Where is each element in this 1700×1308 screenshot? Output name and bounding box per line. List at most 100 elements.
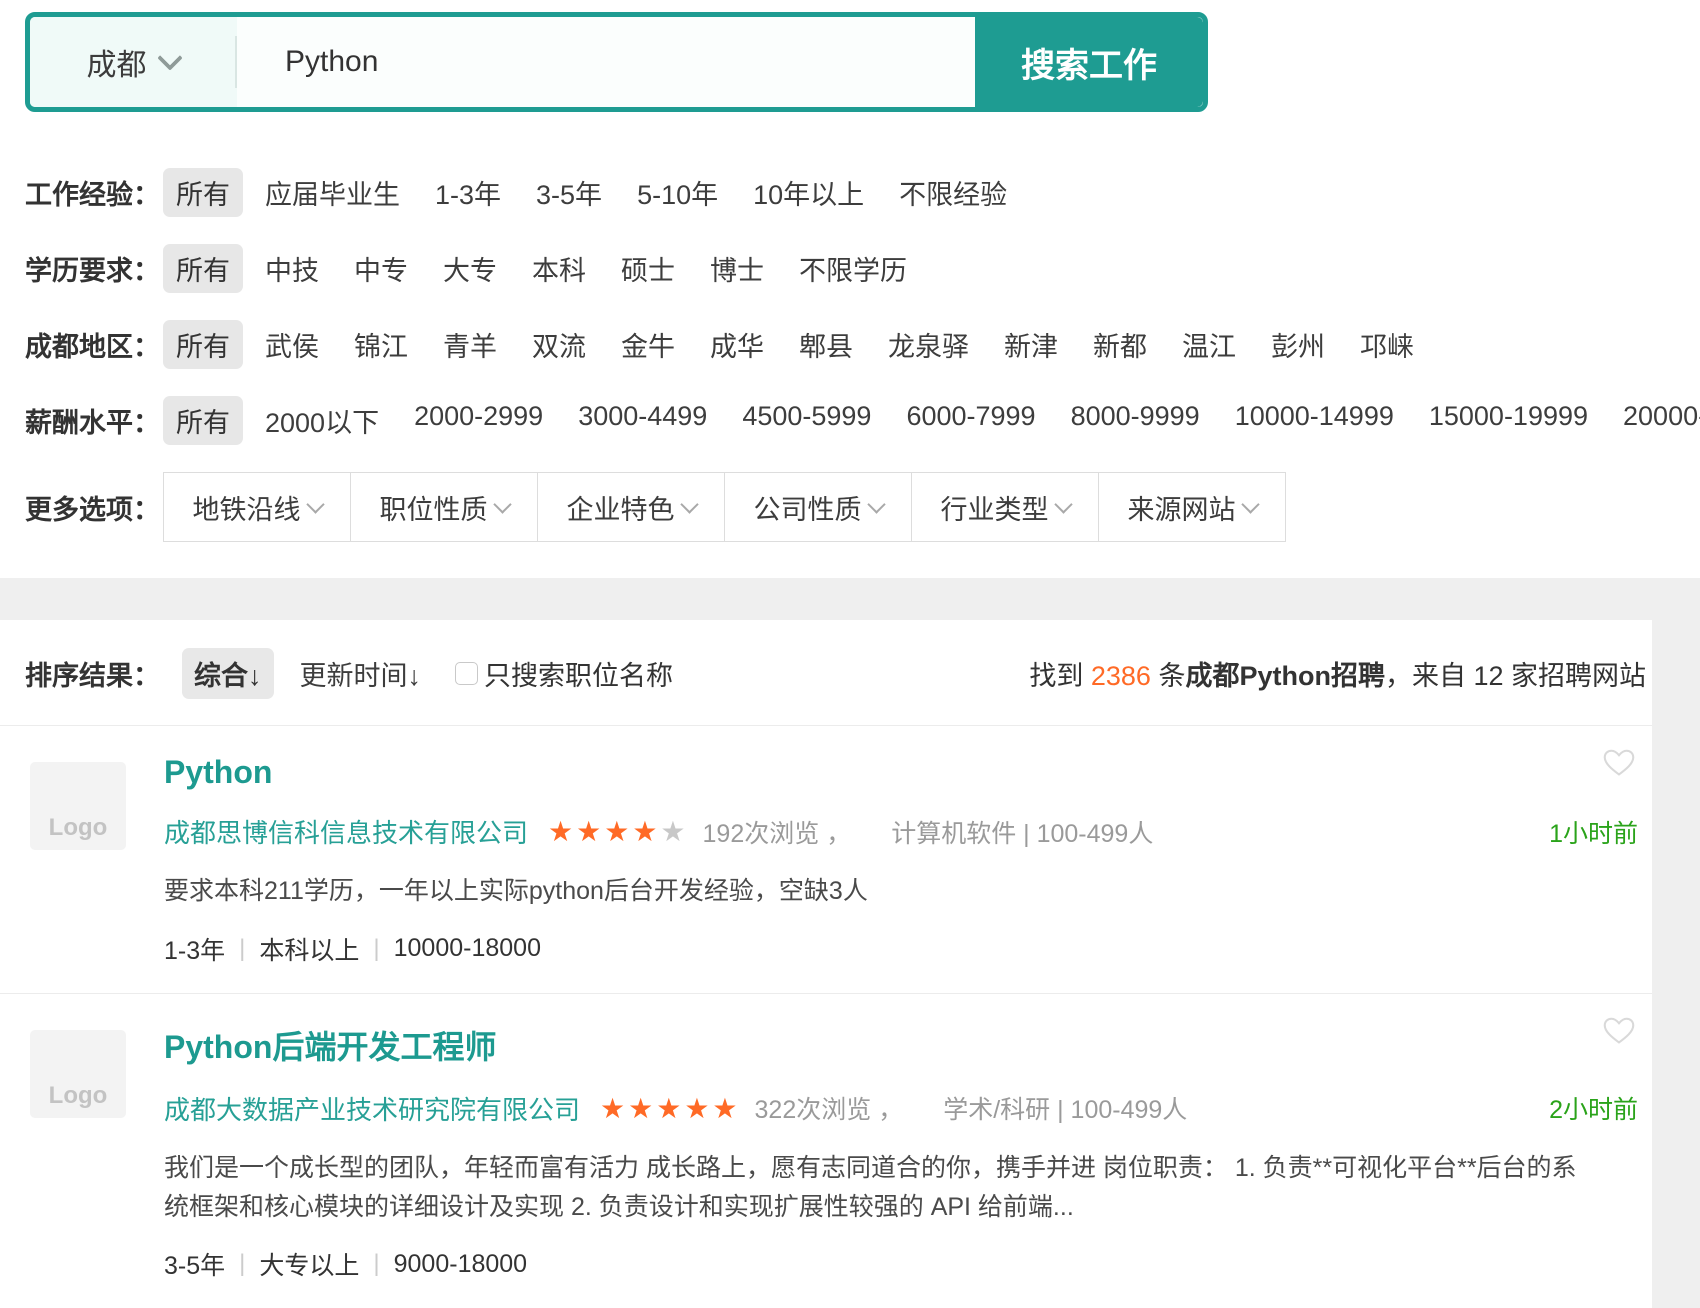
search-input[interactable] xyxy=(237,17,975,107)
logo-text: Logo xyxy=(49,814,108,850)
filter-option[interactable]: 彭州 xyxy=(1271,325,1325,364)
rating-stars: ★★★★★ xyxy=(600,1092,741,1125)
filter-option[interactable]: 青羊 xyxy=(443,325,497,364)
filter-options: 中技中专大专本科硕士博士不限学历 xyxy=(265,249,907,288)
filter-option[interactable]: 本科 xyxy=(532,249,586,288)
filter-option[interactable]: 新津 xyxy=(1004,325,1058,364)
filter-row-experience: 工作经验： 所有 应届毕业生 1-3年 3-5年 5-10年 10年以上不限经验 xyxy=(25,168,1700,217)
filter-option[interactable]: 不限学历 xyxy=(799,249,907,288)
job-card: Logo Python 成都思博信科信息技术有限公司 ★★★★★ 192次浏览 … xyxy=(0,725,1652,993)
filter-option[interactable]: 新都 xyxy=(1093,325,1147,364)
title-only-checkbox[interactable] xyxy=(455,662,478,685)
filter-row-salary: 薪酬水平： 所有 2000以下 2000-2999 3000-4499 4500-59… xyxy=(25,396,1700,445)
dropdown-cell[interactable]: 职位性质 xyxy=(351,473,538,541)
filter-option[interactable]: 应届毕业生 xyxy=(265,173,400,212)
dropdown-cell[interactable]: 来源网站 xyxy=(1099,473,1285,541)
filter-option[interactable]: 10000-14999 xyxy=(1235,401,1394,440)
filter-option[interactable]: 锦江 xyxy=(354,325,408,364)
filter-option[interactable]: 20000-29999 xyxy=(1623,401,1700,440)
more-options-group: 地铁沿线 职位性质 企业特色公司性质 行业类型来源网站 xyxy=(163,472,1286,542)
filter-label: 薪酬水平： xyxy=(25,401,163,440)
filter-option[interactable]: 3000-4499 xyxy=(578,401,707,440)
chevron-down-icon xyxy=(157,45,182,70)
favorite-heart-icon[interactable] xyxy=(1600,744,1638,780)
filter-row-education: 学历要求： 所有 中技中专大专本科硕士博士不限学历 xyxy=(25,244,1700,293)
filter-option[interactable]: 金牛 xyxy=(621,325,675,364)
summary-unit: 条 xyxy=(1151,661,1186,691)
filter-option[interactable]: 邛崃 xyxy=(1360,325,1414,364)
chevron-down-icon xyxy=(680,495,698,513)
filter-option[interactable]: 龙泉驿 xyxy=(888,325,969,364)
posted-time: 2小时前 xyxy=(1549,1090,1642,1126)
dropdown-label: 职位性质 xyxy=(380,488,488,527)
meta-separator: | xyxy=(239,935,245,963)
filter-selected-chip[interactable]: 所有 xyxy=(163,396,243,445)
filter-option[interactable]: 15000-19999 xyxy=(1429,401,1588,440)
filter-option[interactable]: 中技 xyxy=(265,249,319,288)
filter-option[interactable]: 成华 xyxy=(710,325,764,364)
company-link[interactable]: 成都大数据产业技术研究院有限公司 xyxy=(164,1090,580,1127)
job-description: 我们是一个成长型的团队，年轻而富有活力 成长路上，愿有志同道合的你，携手并进 岗… xyxy=(164,1149,1642,1227)
dropdown-label: 公司性质 xyxy=(754,488,862,527)
company-link[interactable]: 成都思博信科信息技术有限公司 xyxy=(164,813,528,850)
dropdown-cell[interactable]: 地铁沿线 xyxy=(164,473,351,541)
favorite-heart-icon[interactable] xyxy=(1600,1012,1638,1048)
filter-panel: 工作经验： 所有 应届毕业生 1-3年 3-5年 5-10年 10年以上不限经验 学历要… xyxy=(25,168,1700,542)
experience-requirement: 1-3年 xyxy=(164,931,225,967)
search-bar: 成都 搜索工作 xyxy=(25,12,1208,112)
rating-stars: ★★★★★ xyxy=(548,815,689,848)
filter-option[interactable]: 博士 xyxy=(710,249,764,288)
city-select-value: 成都 xyxy=(87,40,147,84)
meta-separator: | xyxy=(373,935,379,963)
sort-label: 排序结果： xyxy=(25,654,160,693)
filter-options: 应届毕业生 1-3年 3-5年 5-10年 10年以上不限经验 xyxy=(265,173,1007,212)
filter-option[interactable]: 武侯 xyxy=(265,325,319,364)
city-select[interactable]: 成都 xyxy=(30,17,235,107)
dropdown-cell[interactable]: 行业类型 xyxy=(912,473,1099,541)
filter-selected-chip[interactable]: 所有 xyxy=(163,168,243,217)
filter-option[interactable]: 10年以上 xyxy=(753,173,864,212)
filter-option[interactable]: 6000-7999 xyxy=(906,401,1035,440)
dropdown-cell[interactable]: 公司性质 xyxy=(725,473,912,541)
filter-selected-chip[interactable]: 所有 xyxy=(163,244,243,293)
search-button[interactable]: 搜索工作 xyxy=(975,17,1203,107)
filter-selected-chip[interactable]: 所有 xyxy=(163,320,243,369)
filter-option[interactable]: 4500-5999 xyxy=(742,401,871,440)
filter-option[interactable]: 2000-2999 xyxy=(414,401,543,440)
dropdown-label: 地铁沿线 xyxy=(193,488,301,527)
filter-option[interactable]: 大专 xyxy=(443,249,497,288)
job-meta: 1-3年 | 本科以上 | 10000-18000 xyxy=(164,931,1642,967)
filter-label: 更多选项： xyxy=(25,488,163,527)
results-area: 排序结果： 综合↓ 更新时间↓ 只搜索职位名称 找到 2386 条成都Pytho… xyxy=(0,620,1700,1308)
company-logo-placeholder: Logo xyxy=(30,762,126,850)
filter-row-more-options: 更多选项： 地铁沿线 职位性质 企业特色公司性质 行业类型来源网站 xyxy=(25,472,1700,542)
chevron-down-icon xyxy=(493,495,511,513)
section-divider-band xyxy=(0,578,1700,620)
page-right-gutter xyxy=(1652,620,1700,1308)
job-title-link[interactable]: Python后端开发工程师 xyxy=(164,1022,496,1068)
filter-option[interactable]: 1-3年 xyxy=(435,173,501,212)
filter-option[interactable]: 中专 xyxy=(354,249,408,288)
sort-composite-button[interactable]: 综合↓ xyxy=(182,648,274,699)
company-row: 成都思博信科信息技术有限公司 ★★★★★ 192次浏览 ， 计算机软件 | 10… xyxy=(164,813,1642,850)
filter-option[interactable]: 温江 xyxy=(1182,325,1236,364)
filter-option[interactable]: 硕士 xyxy=(621,249,675,288)
filter-option[interactable]: 双流 xyxy=(532,325,586,364)
experience-requirement: 3-5年 xyxy=(164,1246,225,1282)
filter-option[interactable]: 8000-9999 xyxy=(1071,401,1200,440)
sort-by-update-time-button[interactable]: 更新时间↓ xyxy=(300,654,422,693)
chevron-down-icon xyxy=(306,495,324,513)
filter-option[interactable]: 郫县 xyxy=(799,325,853,364)
filter-option[interactable]: 3-5年 xyxy=(536,173,602,212)
filter-option[interactable]: 2000以下 xyxy=(265,401,379,440)
filter-option[interactable]: 不限经验 xyxy=(899,173,1007,212)
result-count: 2386 xyxy=(1091,661,1151,691)
title-only-checkbox-label[interactable]: 只搜索职位名称 xyxy=(484,654,673,693)
view-count: 322次浏览 ， xyxy=(755,1090,904,1126)
filter-option[interactable]: 5-10年 xyxy=(637,173,718,212)
dropdown-cell[interactable]: 企业特色 xyxy=(538,473,725,541)
filter-row-district: 成都地区： 所有 武侯锦江青羊双流金牛成华郫县龙泉驿新津新都温江彭州邛崃 xyxy=(25,320,1700,369)
filter-label: 工作经验： xyxy=(25,173,163,212)
job-title-link[interactable]: Python xyxy=(164,754,272,791)
filter-options: 2000以下 2000-2999 3000-4499 4500-5999 6000-79… xyxy=(265,401,1700,440)
